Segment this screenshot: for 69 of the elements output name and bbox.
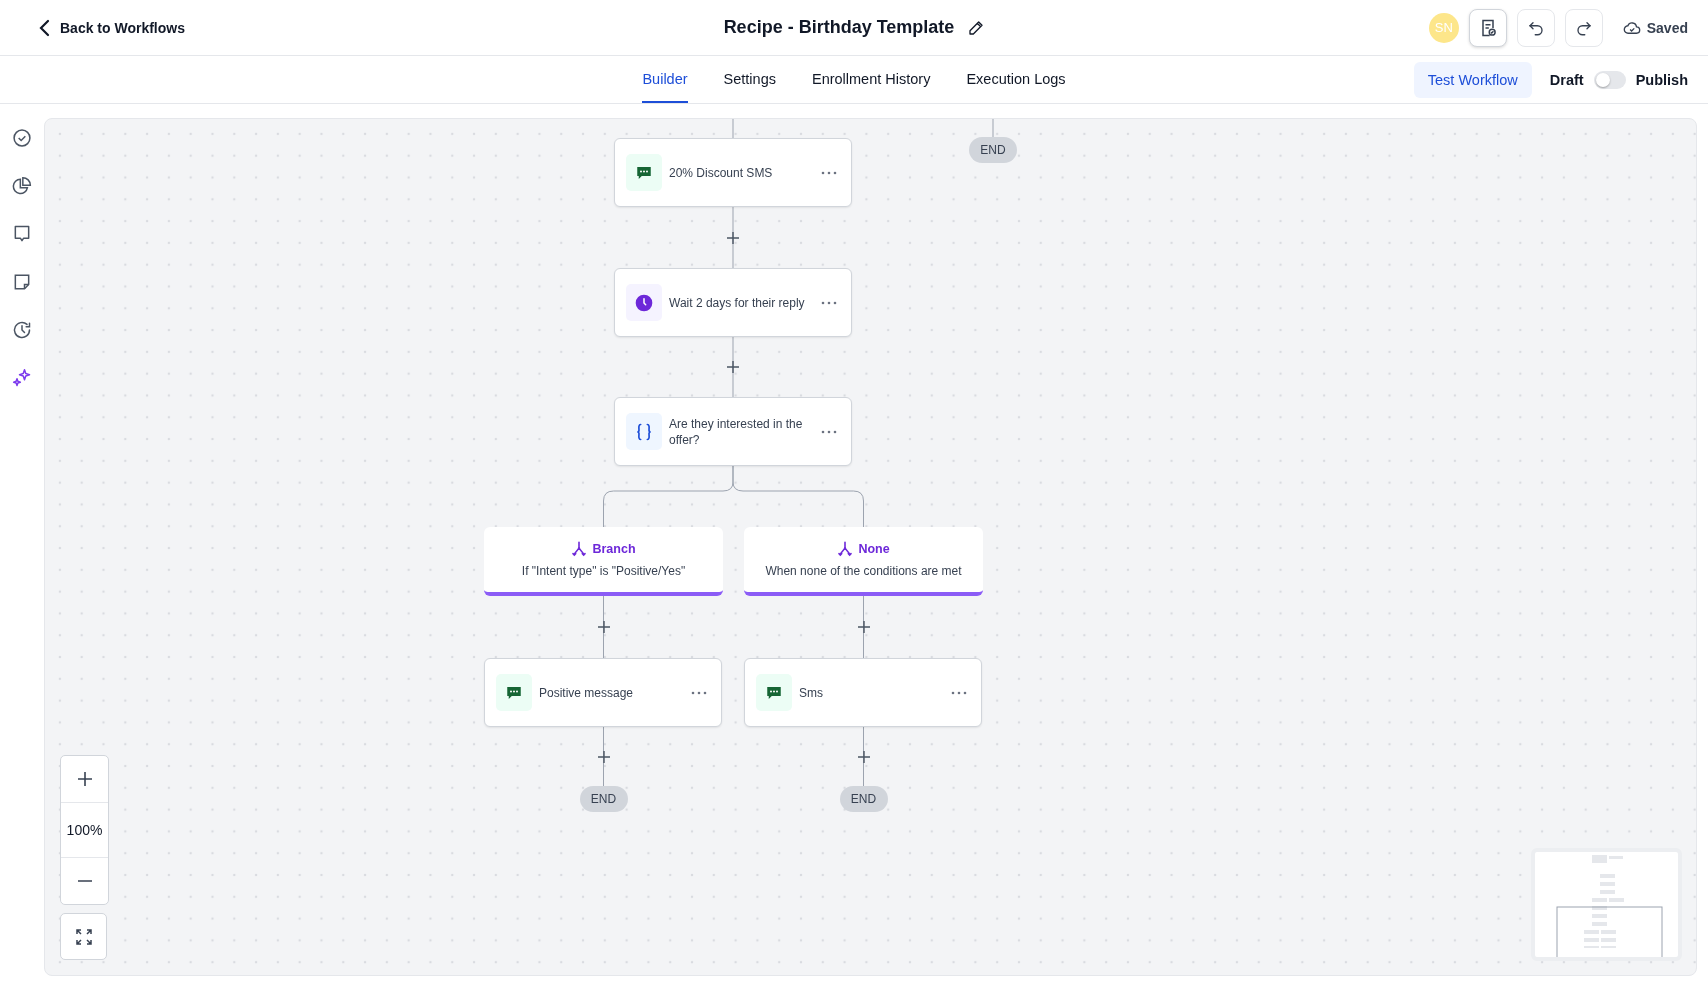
redo-icon[interactable] — [1564, 8, 1603, 47]
node-label: Are they interested in the offer? — [669, 415, 804, 448]
tab[interactable]: Settings — [723, 56, 776, 103]
branch-condition: When none of the conditions are met — [765, 564, 962, 578]
more-icon[interactable] — [951, 690, 967, 695]
plus-icon[interactable] — [726, 230, 740, 245]
node-label: Wait 2 days for their reply — [669, 294, 806, 311]
more-icon[interactable] — [821, 300, 837, 305]
branch-condition: If "Intent type" is "Positive/Yes" — [521, 564, 686, 578]
clock-icon — [626, 284, 662, 321]
tab[interactable]: Execution Logs — [966, 56, 1066, 103]
more-icon[interactable] — [821, 429, 837, 434]
plus-icon[interactable] — [596, 749, 611, 764]
toggle-label: Draft — [1549, 71, 1584, 88]
check-circle-icon[interactable] — [12, 128, 32, 148]
connector-line — [992, 119, 994, 138]
expand-arrows-icon — [74, 927, 93, 946]
workflow-node[interactable]: Sms — [744, 658, 982, 727]
workflow-node[interactable]: Are they interested in the offer? — [614, 397, 852, 466]
more-icon[interactable] — [821, 170, 837, 175]
toggle-label: Publish — [1635, 71, 1688, 88]
minus-icon — [76, 880, 93, 882]
document-check-icon[interactable] — [1468, 8, 1507, 47]
back-link[interactable]: Back to Workflows — [38, 18, 185, 37]
tab[interactable]: Builder — [642, 56, 688, 103]
workflow-node[interactable]: 20% Discount SMS — [614, 138, 852, 207]
end-marker: END — [969, 137, 1017, 163]
fork-icon — [571, 541, 588, 557]
chat-bubble-icon — [626, 154, 662, 191]
plus-icon — [76, 771, 93, 787]
cloud-check-icon — [1622, 20, 1641, 35]
plus-icon[interactable] — [596, 620, 611, 634]
history-icon[interactable] — [12, 320, 32, 340]
undo-icon[interactable] — [1516, 8, 1555, 47]
more-icon[interactable] — [691, 690, 707, 695]
fork-icon — [837, 541, 854, 557]
end-marker: END — [579, 786, 628, 812]
sparkles-icon[interactable] — [12, 368, 32, 388]
node-label: Positive message — [539, 684, 635, 701]
connector-line — [603, 595, 604, 659]
plus-icon[interactable] — [726, 360, 740, 374]
node-label: Sms — [799, 684, 824, 701]
workflow-node[interactable]: Wait 2 days for their reply — [614, 268, 852, 337]
note-icon[interactable] — [12, 272, 32, 292]
braces-icon — [626, 413, 662, 450]
chat-bubble-icon — [496, 674, 532, 711]
end-marker: END — [839, 786, 888, 812]
workflow-node[interactable]: Positive message — [484, 658, 722, 727]
connector-line — [863, 595, 864, 659]
publish-toggle[interactable] — [1593, 70, 1626, 89]
speech-bubble-icon[interactable] — [12, 224, 32, 244]
branch-title: Branch — [592, 542, 636, 556]
chat-bubble-icon — [756, 674, 792, 711]
pie-chart-icon[interactable] — [12, 176, 32, 196]
fit-view-button[interactable] — [60, 913, 107, 960]
plus-icon[interactable] — [856, 749, 871, 764]
branch-title: None — [858, 542, 890, 556]
connector-line — [732, 119, 734, 139]
workflow-title: Recipe - Birthday Template — [723, 17, 955, 38]
tab[interactable]: Enrollment History — [811, 56, 931, 103]
node-label: 20% Discount SMS — [669, 164, 774, 181]
test-workflow-button[interactable]: Test Workflow — [1413, 61, 1532, 98]
zoom-level: 100% — [61, 802, 108, 858]
chevron-left-icon — [38, 18, 50, 37]
branch-card[interactable]: None When none of the conditions are met — [744, 527, 983, 596]
pencil-icon[interactable] — [968, 19, 985, 36]
save-status: Saved — [1646, 19, 1688, 36]
plus-icon[interactable] — [856, 620, 871, 634]
branch-card[interactable]: Branch If "Intent type" is "Positive/Yes" — [484, 527, 723, 596]
